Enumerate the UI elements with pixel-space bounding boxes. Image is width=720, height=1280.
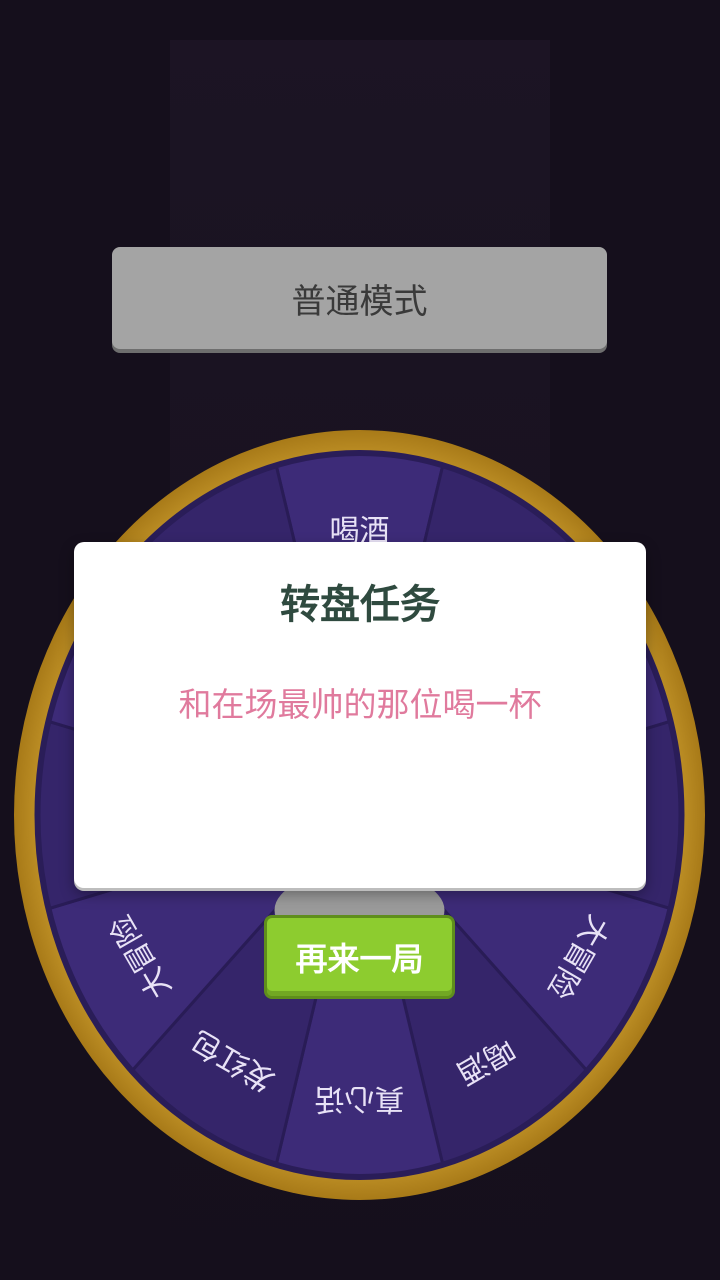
- mode-button[interactable]: 普通模式: [112, 247, 607, 349]
- play-again-label: 再来一局: [295, 940, 424, 978]
- play-again-button[interactable]: 再来一局: [264, 915, 455, 999]
- task-dialog: 转盘任务 和在场最帅的那位喝一杯: [74, 542, 646, 888]
- dialog-message: 和在场最帅的那位喝一杯: [178, 685, 542, 724]
- dialog-title: 转盘任务: [280, 582, 440, 628]
- mode-button-label: 普通模式: [291, 281, 428, 322]
- wheel-segment-label: 真心话: [315, 1081, 405, 1116]
